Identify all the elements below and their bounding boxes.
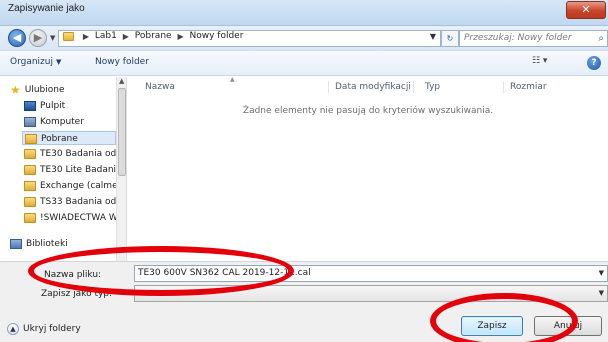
folder-icon [24,165,36,175]
nav-item-komputer[interactable]: Komputer [24,115,84,129]
filename-input[interactable]: TE30 600V SN362 CAL 2019-12-11.cal ▼ [134,265,608,282]
chevron-down-icon[interactable]: ▼ [599,286,604,301]
arrow-left-icon: ◀ [12,31,22,44]
filename-label: Nazwa pliku: [44,270,102,280]
nav-item-te30-badania[interactable]: TE30 Badania odl [24,147,119,161]
search-input[interactable]: Przeszukaj: Nowy folder ⌕ [459,30,608,47]
view-list-icon: ☷ ▾ [532,56,548,66]
help-button[interactable]: ? [587,56,601,70]
filename-value: TE30 600V SN362 CAL 2019-12-11.cal [138,268,311,278]
nav-item-exchange[interactable]: Exchange (calme [24,179,118,193]
nav-item-pobrane[interactable]: Pobrane [22,131,116,145]
close-button[interactable]: ✕ [566,1,606,19]
nav-item-pulpit[interactable]: Pulpit [24,99,65,113]
downloads-folder-icon [25,134,37,144]
recent-locations-dropdown[interactable]: ▼ [50,34,55,42]
help-icon: ? [591,58,597,68]
column-divider[interactable] [413,81,414,93]
refresh-button[interactable]: ↻ [441,30,459,47]
address-row: ◀ ▶ ▼ ▶ Lab1 ▶ Pobrane ▶ Nowy folder ▼ ↻… [0,26,608,50]
column-divider[interactable] [503,81,504,93]
chevron-down-icon[interactable]: ▼ [599,266,604,281]
folder-icon [24,213,36,223]
organize-menu-button[interactable]: Organizuj ▼ [10,57,61,67]
hide-folders-toggle[interactable]: ▲ Ukryj foldery [7,323,81,335]
desktop-icon [24,101,36,111]
computer-icon [24,117,36,127]
save-form: Nazwa pliku: TE30 600V SN362 CAL 2019-12… [0,261,608,342]
column-divider[interactable] [328,81,329,93]
scroll-up-icon[interactable]: ▲ [119,77,124,85]
breadcrumb-pobrane[interactable]: Pobrane [135,31,172,41]
nav-item-ulubione[interactable]: ★ Ulubione [10,83,65,97]
breadcrumb-nowy-folder[interactable]: Nowy folder [189,31,243,41]
folder-icon [24,181,36,191]
navigation-scrollbar[interactable]: ▲ [116,77,126,261]
library-icon [10,239,22,249]
organize-label: Organizuj [10,57,53,67]
column-header-date[interactable]: Data modyfikacji [335,82,411,92]
chevron-down-icon[interactable]: ▼ [430,32,436,41]
save-button[interactable]: Zapisz [461,316,523,336]
command-toolbar: Organizuj ▼ Nowy folder ☷ ▾ ? [0,50,608,76]
breadcrumb-separator-icon[interactable]: ▶ [83,32,89,41]
folder-icon [24,197,36,207]
breadcrumb-separator-icon[interactable]: ▶ [177,32,183,41]
column-header-name[interactable]: Nazwa [145,82,175,92]
nav-item-ts33-badania[interactable]: TS33 Badania odl [24,195,119,209]
refresh-icon: ↻ [446,34,454,43]
search-icon[interactable]: ⌕ [598,31,604,46]
column-header-size[interactable]: Rozmiar [510,82,547,92]
nav-item-swiadectwa[interactable]: !SWIADECTWA W [24,211,118,225]
folder-icon [63,31,74,41]
back-button[interactable]: ◀ [8,29,26,47]
file-list[interactable]: Nazwa ▲ Data modyfikacji Typ Rozmiar Żad… [128,76,608,261]
chevron-down-icon: ▼ [56,58,62,66]
sort-indicator-icon: ▲ [230,76,235,83]
folder-icon [24,149,36,159]
new-folder-button[interactable]: Nowy folder [95,57,149,67]
cancel-button[interactable]: Anuluj [534,316,602,336]
nav-item-te30-lite[interactable]: TE30 Lite Badania [24,163,122,177]
filetype-label: Zapisz jako typ: [41,289,113,299]
breadcrumb-lab1[interactable]: Lab1 [95,31,117,41]
chevron-up-icon: ▲ [7,323,19,335]
filetype-select[interactable]: ▼ [134,285,608,302]
dialog-title-bar: Zapisywanie jako ✕ [0,0,608,26]
column-header-type[interactable]: Typ [425,82,440,92]
empty-folder-message: Żadne elementy nie pasują do kryteriów w… [242,106,494,116]
save-as-dialog: Zapisywanie jako ✕ ◀ ▶ ▼ ▶ Lab1 ▶ Pobran… [0,0,608,342]
forward-button[interactable]: ▶ [29,29,47,47]
view-options-button[interactable]: ☷ ▾ [532,56,547,66]
chevron-down-icon: ▼ [50,34,56,42]
address-bar[interactable]: ▶ Lab1 ▶ Pobrane ▶ Nowy folder ▼ [58,30,441,47]
dialog-title: Zapisywanie jako [8,3,85,14]
star-icon: ★ [10,83,21,97]
arrow-right-icon: ▶ [33,31,43,44]
scrollbar-thumb[interactable] [118,88,126,176]
search-placeholder: Przeszukaj: Nowy folder [464,33,572,43]
nav-item-biblioteki[interactable]: Biblioteki [10,237,68,251]
breadcrumb-separator-icon[interactable]: ▶ [123,32,129,41]
navigation-pane: ★ Ulubione Pulpit Komputer Pobrane TE30 B… [0,77,127,261]
